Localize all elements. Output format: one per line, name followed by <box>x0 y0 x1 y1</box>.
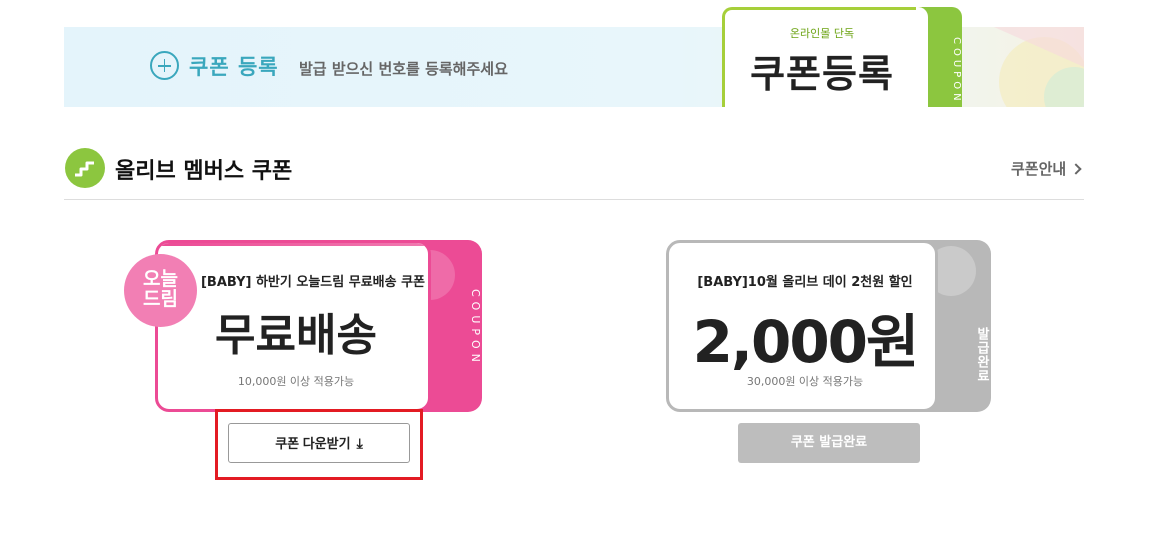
section-title: 올리브 멤버스 쿠폰 <box>115 159 293 184</box>
today-dream-badge: 오늘 드림 <box>124 254 197 327</box>
stairs-icon <box>65 148 105 188</box>
coupon-guide-link[interactable]: 쿠폰안내 <box>1011 158 1082 179</box>
coupon-stub-text: COUPON <box>469 289 482 367</box>
chevron-right-icon <box>1070 163 1082 175</box>
coupon-condition: 30,000원 이상 적용가능 <box>746 375 864 388</box>
highlight-box <box>215 409 423 480</box>
register-title: 쿠폰 등록 <box>189 55 279 79</box>
register-description: 발급 받으신 번호를 등록해주세요 <box>299 60 508 78</box>
coupon-stub-text: 발급완료 <box>974 327 989 383</box>
ticket-title: 쿠폰등록 <box>750 52 894 96</box>
coupon-title: [BABY]10월 올리브 데이 2천원 할인 <box>697 275 913 290</box>
ticket-stub-text: COUPON <box>951 37 962 105</box>
coupon-register-ticket[interactable]: 온라인몰 단독 쿠폰등록 COUPON <box>722 7 962 107</box>
ticket-subtitle: 온라인몰 단독 <box>789 27 855 40</box>
coupon-benefit: 2,000원 <box>692 308 920 376</box>
coupon-guide-label: 쿠폰안내 <box>1011 160 1067 178</box>
coupon-condition: 10,000원 이상 적용가능 <box>237 375 355 388</box>
section-divider <box>64 199 1084 200</box>
plus-circle-icon <box>150 51 179 80</box>
coupon-body: [BABY] 하반기 오늘드림 무료배송 쿠폰 무료배송 10,000원 이상 … <box>155 240 431 412</box>
coupon-title: [BABY] 하반기 오늘드림 무료배송 쿠폰 <box>200 275 426 290</box>
coupon-issued-button: 쿠폰 발급완료 <box>738 423 920 463</box>
coupon-benefit: 무료배송 <box>215 310 377 361</box>
coupon-card-2000-discount: 발급완료 [BABY]10월 올리브 데이 2천원 할인 2,000원 30,0… <box>666 240 991 412</box>
badge-text: 오늘 드림 <box>143 268 178 310</box>
coupon-card-free-shipping: COUPON [BABY] 하반기 오늘드림 무료배송 쿠폰 무료배송 10,0… <box>155 240 482 412</box>
coupon-body: [BABY]10월 올리브 데이 2천원 할인 2,000원 30,000원 이… <box>666 240 938 412</box>
